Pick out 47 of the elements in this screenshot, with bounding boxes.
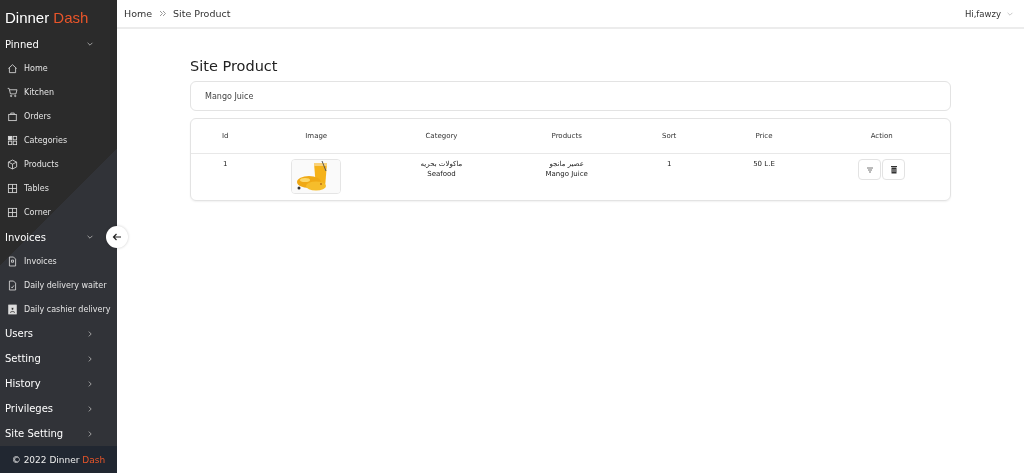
arrow-left-icon [112, 232, 122, 242]
doccheck-icon [7, 279, 18, 291]
brand-logo[interactable]: Dinner Dash [0, 0, 117, 32]
user-menu[interactable]: Hi,fawzy [964, 8, 1014, 19]
sidebar-section[interactable]: Privileges [0, 396, 100, 422]
sidebar-item[interactable]: Corner [0, 200, 117, 225]
table-icon [7, 183, 18, 195]
product-filter-field[interactable]: Mango Juice [190, 81, 951, 111]
cart-icon [7, 87, 18, 99]
sidebar-section[interactable]: History [0, 371, 100, 397]
sidebar-section[interactable]: Users [0, 321, 100, 347]
sidebar-section[interactable]: Site Setting [0, 421, 100, 447]
home-icon [7, 63, 18, 75]
filter-icon [865, 165, 874, 174]
sidebar-item[interactable]: Invoices [0, 249, 117, 274]
page-title: Site Product [190, 58, 279, 74]
grid-icon [7, 135, 18, 147]
chevron-icon [86, 354, 94, 363]
doc-icon [7, 256, 18, 267]
sidebar-item[interactable]: Daily delivery waiter [0, 273, 117, 298]
sidebar-item[interactable]: Home [0, 56, 117, 81]
trash-icon [889, 165, 898, 174]
chevron-icon [86, 40, 94, 49]
sidebar-item[interactable]: Kitchen [0, 80, 117, 105]
chevron-icon [86, 233, 94, 242]
chevron-icon [86, 329, 94, 338]
breadcrumb-item: Site Product [173, 8, 231, 19]
collapse-sidebar-button[interactable] [106, 226, 128, 248]
delete-button[interactable] [882, 159, 906, 180]
sidebar-item[interactable]: Products [0, 152, 117, 177]
sidebar-item[interactable]: Categories [0, 128, 117, 153]
sidebar-section[interactable]: Setting [0, 346, 100, 372]
badge-icon [7, 303, 18, 315]
chevron-icon [86, 404, 94, 413]
chevron-icon [86, 379, 94, 388]
breadcrumb-item[interactable]: Home [124, 8, 153, 19]
sidebar-item[interactable]: Orders [0, 104, 117, 129]
sidebar-item[interactable]: Tables [0, 176, 117, 201]
breadcrumb-separator-icon [159, 10, 167, 17]
chevron-icon [86, 429, 94, 438]
box-icon [7, 159, 18, 171]
footer-text: © 2022 Dinner Dash [0, 446, 117, 473]
sidebar-section[interactable]: Invoices [0, 224, 100, 250]
bag-icon [7, 111, 18, 123]
table-icon [7, 207, 18, 219]
sidebar-item[interactable]: Daily cashier delivery [0, 297, 117, 322]
sidebar-section[interactable]: Pinned [0, 32, 100, 57]
